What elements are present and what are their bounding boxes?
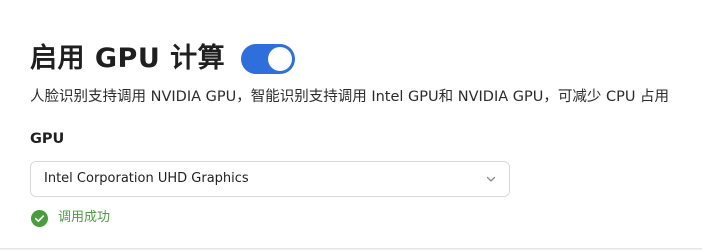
check-circle-icon xyxy=(31,209,48,227)
gpu-description: 人脸识别支持调用 NVIDIA GPU，智能识别支持调用 Intel GPU和 … xyxy=(30,89,670,105)
gpu-status: 调用成功 xyxy=(31,208,110,228)
gpu-compute-header: 启用 GPU 计算 xyxy=(30,39,296,79)
gpu-select[interactable]: Intel Corporation UHD Graphics xyxy=(30,161,510,197)
toggle-knob xyxy=(268,47,293,71)
gpu-field-label: GPU xyxy=(30,131,65,147)
gpu-settings-panel: 启用 GPU 计算 人脸识别支持调用 NVIDIA GPU，智能识别支持调用 I… xyxy=(0,0,702,249)
chevron-down-icon xyxy=(486,176,496,182)
gpu-select-value: Intel Corporation UHD Graphics xyxy=(44,171,249,186)
status-text: 调用成功 xyxy=(58,210,111,225)
enable-gpu-toggle[interactable] xyxy=(241,44,296,74)
page-title: 启用 GPU 计算 xyxy=(30,43,226,74)
